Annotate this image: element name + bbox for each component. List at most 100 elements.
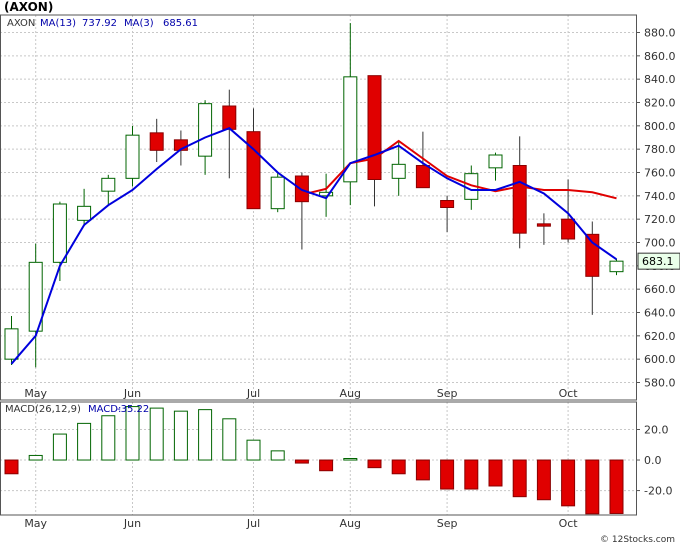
y-tick-label: 600.0 bbox=[644, 353, 676, 366]
candle-body bbox=[391, 163, 406, 179]
macd-bar bbox=[52, 433, 67, 461]
candle-body bbox=[415, 165, 430, 189]
candle-body bbox=[512, 165, 527, 234]
y-tick-label: 660.0 bbox=[644, 283, 676, 296]
y-tick-label: 720.0 bbox=[644, 213, 676, 226]
chart-title: (AXON) bbox=[4, 0, 53, 14]
candle-body bbox=[367, 75, 382, 180]
candle bbox=[28, 243, 43, 368]
y-tick-label: 780.0 bbox=[644, 143, 676, 156]
macd-bar bbox=[319, 459, 334, 472]
candle-body bbox=[488, 154, 503, 169]
x-tick-label: Oct bbox=[559, 387, 579, 400]
macd-bar bbox=[391, 459, 406, 475]
macd-legend-label: MACD(26,12,9) bbox=[5, 404, 81, 415]
x-tick-label: Jun bbox=[123, 387, 141, 400]
candle-body bbox=[125, 134, 140, 179]
price-frame bbox=[0, 14, 637, 401]
candle bbox=[512, 136, 527, 249]
macd-bar bbox=[294, 459, 309, 464]
macd-bar bbox=[367, 459, 382, 469]
candle-body bbox=[343, 76, 358, 183]
candle-body bbox=[536, 223, 551, 227]
candle bbox=[343, 23, 358, 206]
macd-bar bbox=[246, 439, 261, 461]
candle-body bbox=[585, 233, 600, 277]
candle bbox=[536, 213, 551, 245]
candle-body bbox=[101, 177, 116, 192]
candle-body bbox=[198, 103, 213, 157]
macd-value: -35.22 bbox=[117, 404, 149, 415]
last-price-label: 683.1 bbox=[642, 255, 674, 268]
y-tick-label: 760.0 bbox=[644, 167, 676, 180]
macd-x-tick-label: May bbox=[24, 517, 47, 530]
x-tick-label: Aug bbox=[340, 387, 361, 400]
watermark: © 12Stocks.com bbox=[600, 535, 675, 545]
x-tick-label: Jul bbox=[246, 387, 260, 400]
candle bbox=[246, 108, 261, 210]
candle bbox=[561, 179, 576, 243]
macd-bar bbox=[440, 459, 455, 490]
candle-body bbox=[52, 203, 67, 263]
macd-bar bbox=[415, 459, 430, 481]
macd-bar bbox=[585, 459, 600, 515]
macd-bar bbox=[77, 422, 92, 461]
candle bbox=[609, 258, 624, 276]
candle-body bbox=[149, 132, 164, 151]
x-tick-label: May bbox=[24, 387, 47, 400]
candle-body bbox=[270, 176, 285, 210]
y-tick-label: 820.0 bbox=[644, 97, 676, 110]
candle bbox=[52, 201, 67, 281]
macd-bar bbox=[270, 450, 285, 461]
macd-x-tick-label: Jul bbox=[246, 517, 260, 530]
y-tick-label: 740.0 bbox=[644, 190, 676, 203]
candle bbox=[319, 173, 334, 217]
candle-body bbox=[440, 200, 455, 208]
macd-y-tick-label: 20.0 bbox=[644, 423, 669, 436]
y-tick-label: 620.0 bbox=[644, 330, 676, 343]
macd-bar bbox=[149, 407, 164, 461]
candle bbox=[270, 172, 285, 213]
macd-y-tick-label: -20.0 bbox=[644, 485, 672, 498]
ma3-line bbox=[10, 127, 618, 365]
macd-bar bbox=[4, 459, 19, 475]
macd-bar bbox=[198, 409, 213, 461]
macd-bar bbox=[173, 410, 188, 461]
macd-bar bbox=[101, 415, 116, 461]
candle bbox=[294, 172, 309, 250]
macd-x-tick-label: Jun bbox=[123, 517, 141, 530]
candle-body bbox=[561, 218, 576, 240]
macd-bar bbox=[536, 459, 551, 501]
stock-chart: 580.0600.0620.0640.0660.0680.0700.0720.0… bbox=[0, 0, 680, 545]
legend-ma13-value: 737.92 bbox=[82, 18, 117, 29]
candle-body bbox=[246, 131, 261, 210]
y-tick-label: 580.0 bbox=[644, 377, 676, 390]
legend-ma3-value: 685.61 bbox=[163, 18, 198, 29]
y-tick-label: 700.0 bbox=[644, 237, 676, 250]
candle bbox=[101, 174, 116, 206]
macd-bar bbox=[28, 454, 43, 461]
macd-bar bbox=[488, 459, 503, 487]
y-tick-label: 840.0 bbox=[644, 73, 676, 86]
macd-bar bbox=[609, 459, 624, 514]
x-tick-label: Sep bbox=[437, 387, 458, 400]
macd-bar bbox=[343, 458, 358, 461]
candle bbox=[440, 195, 455, 232]
legend-ticker: AXON bbox=[7, 18, 35, 29]
price-panel: 580.0600.0620.0640.0660.0680.0700.0720.0… bbox=[0, 14, 680, 401]
macd-bar bbox=[222, 418, 237, 461]
macd-bar bbox=[512, 459, 527, 498]
macd-bar bbox=[561, 459, 576, 507]
macd-y-tick-label: 0.0 bbox=[644, 454, 662, 467]
legend-ma3-label: MA(3) bbox=[124, 18, 154, 29]
candle bbox=[125, 125, 140, 187]
candle-body bbox=[222, 105, 237, 130]
candle-body bbox=[77, 205, 92, 221]
macd-x-tick-label: Sep bbox=[437, 517, 458, 530]
macd-bar bbox=[464, 459, 479, 490]
y-tick-label: 640.0 bbox=[644, 307, 676, 320]
legend-ma13-label: MA(13) bbox=[40, 18, 76, 29]
y-tick-label: 860.0 bbox=[644, 50, 676, 63]
candle-body bbox=[609, 260, 624, 273]
macd-x-tick-label: Aug bbox=[340, 517, 361, 530]
